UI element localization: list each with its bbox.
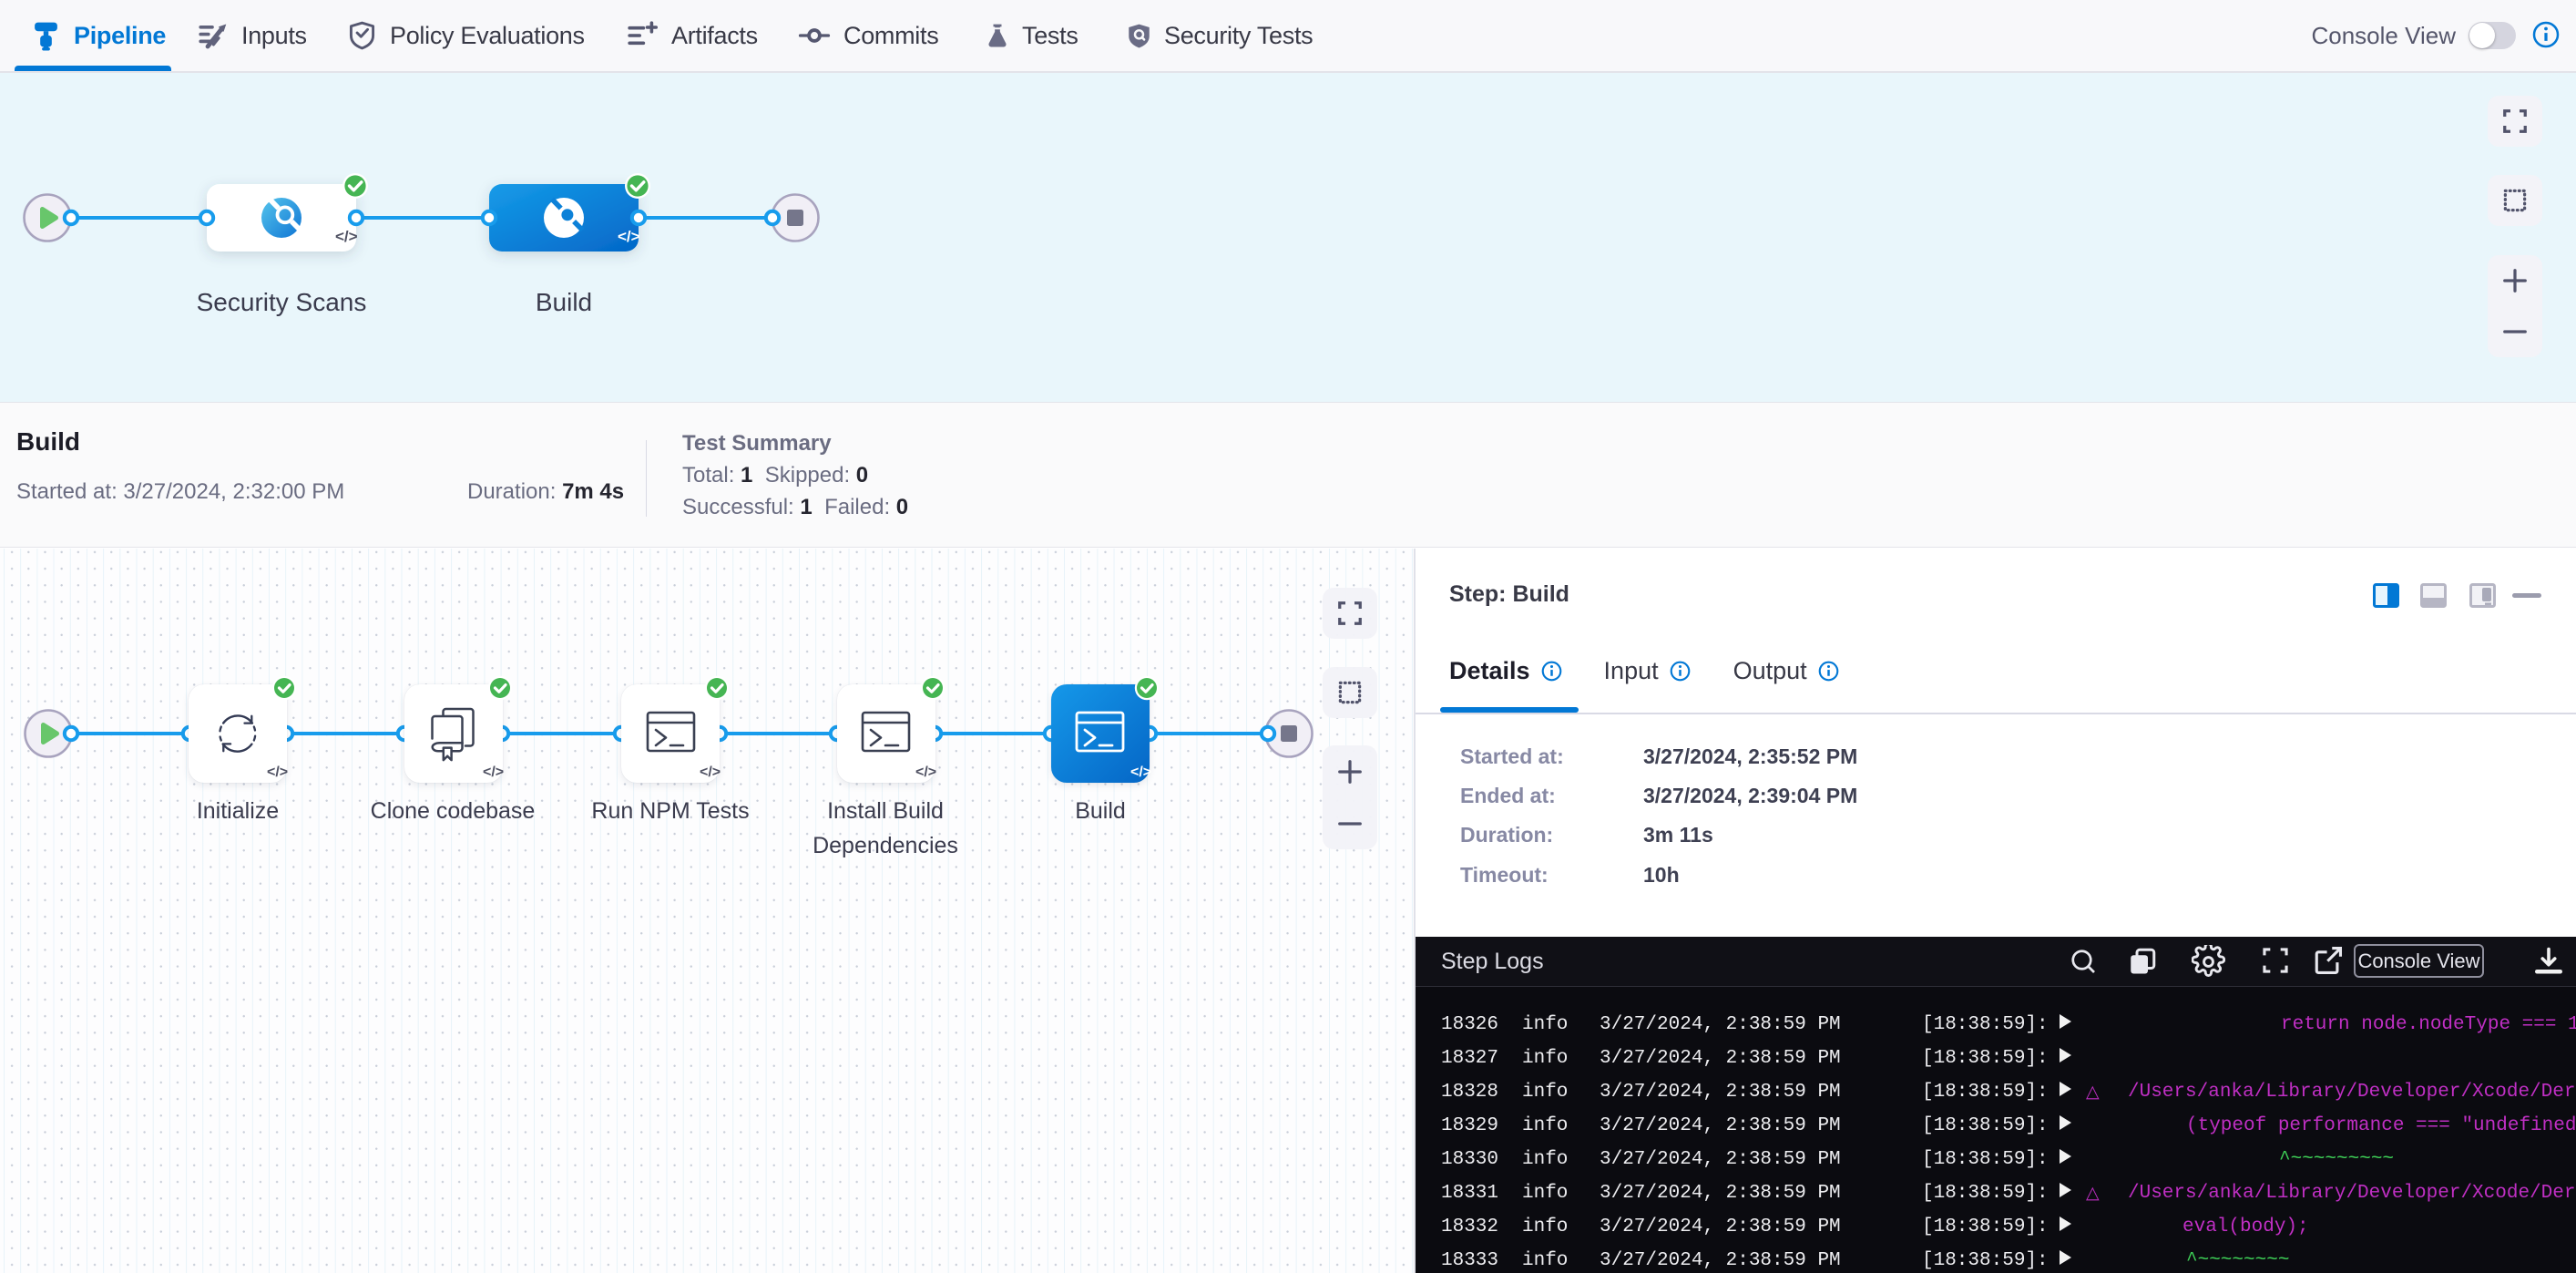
svg-text:</>: </> [915, 765, 936, 780]
svg-text:</>: </> [618, 228, 640, 245]
svg-text:</>: </> [267, 765, 288, 780]
svg-text:</>: </> [1130, 765, 1151, 780]
svg-text:</>: </> [483, 765, 504, 780]
svg-text:</>: </> [335, 228, 358, 245]
svg-text:</>: </> [700, 765, 721, 780]
svg-text:Build: Build [536, 288, 592, 316]
svg-text:Security Scans: Security Scans [197, 288, 367, 316]
